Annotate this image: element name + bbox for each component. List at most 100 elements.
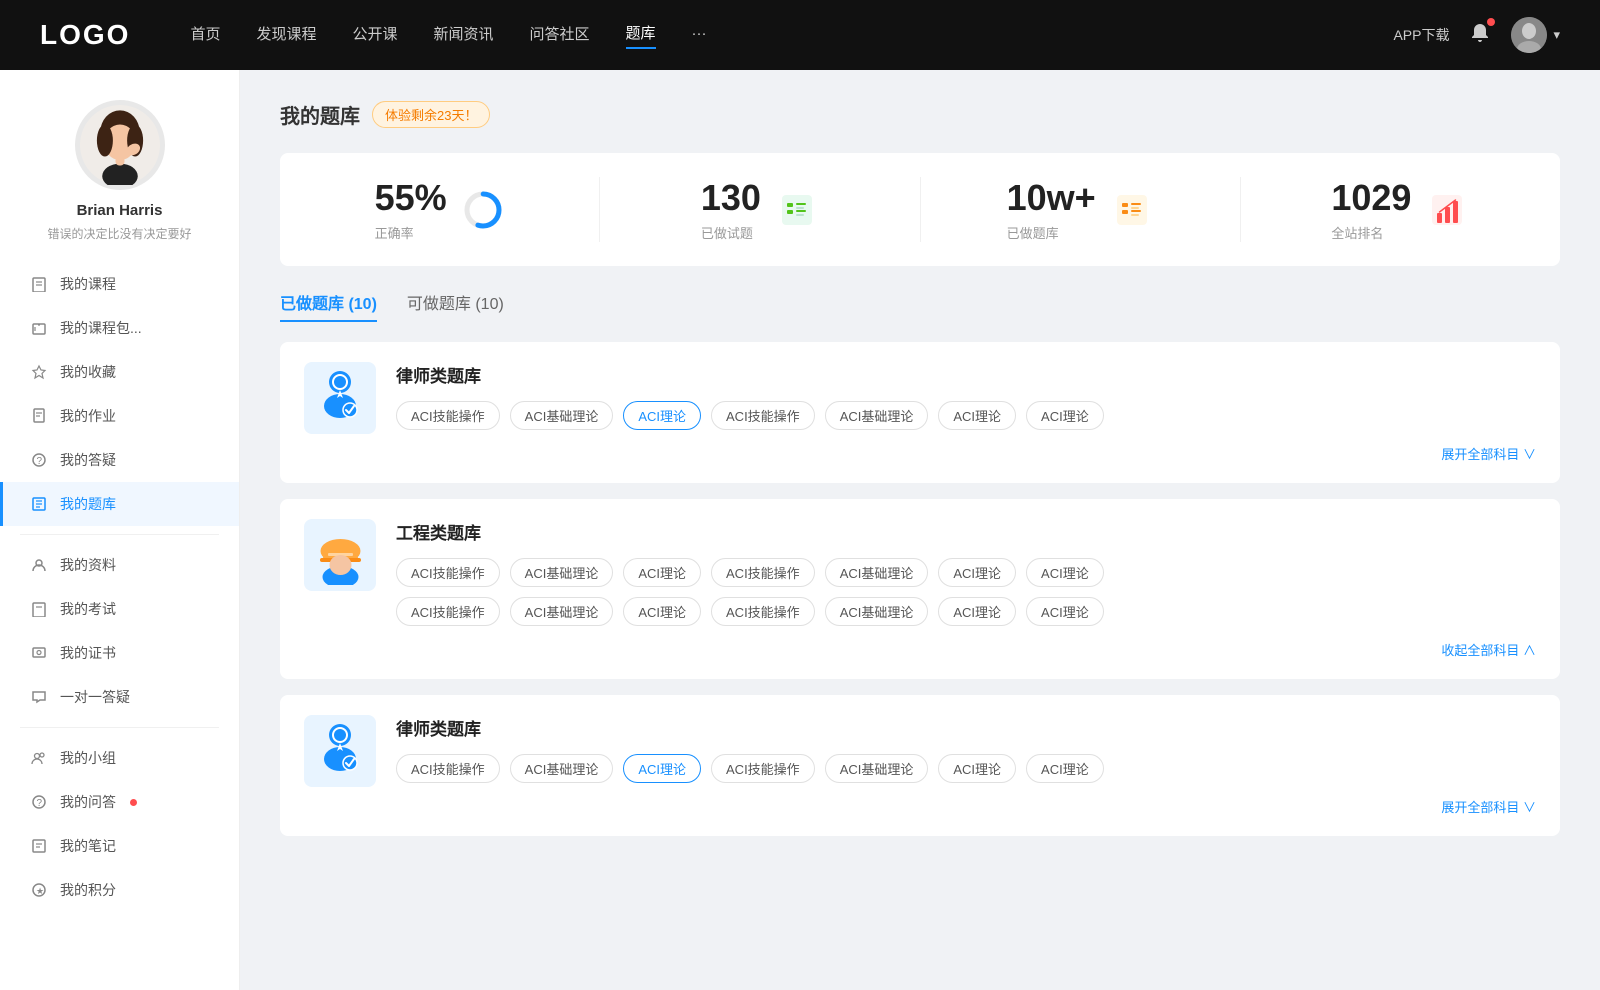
- sidebar-item-homework[interactable]: 我的作业: [0, 394, 239, 438]
- expand-lawyer-1[interactable]: 展开全部科目 ∨: [396, 440, 1536, 463]
- list-orange-icon: [1113, 191, 1151, 229]
- sidebar-item-groups[interactable]: 我的小组: [0, 736, 239, 780]
- nav-qa[interactable]: 问答社区: [530, 23, 590, 48]
- stat-banks: 10w+ 已做题库: [921, 177, 1241, 242]
- sidebar-label-favorites: 我的收藏: [60, 362, 116, 382]
- sidebar-item-myqa[interactable]: ? 我的答疑: [0, 438, 239, 482]
- tag-lawyer2-1[interactable]: ACI基础理论: [510, 754, 614, 783]
- tag-eng-0[interactable]: ACI技能操作: [396, 558, 500, 587]
- tags-row-engineer-1: ACI技能操作 ACI基础理论 ACI理论 ACI技能操作 ACI基础理论 AC…: [396, 558, 1536, 587]
- category-title-lawyer-1: 律师类题库: [396, 362, 1536, 387]
- tag-lawyer1-1[interactable]: ACI基础理论: [510, 401, 614, 430]
- profile-name: Brian Harris: [77, 202, 163, 219]
- tag-lawyer2-3[interactable]: ACI技能操作: [711, 754, 815, 783]
- homework-icon: [30, 407, 48, 425]
- questionbank-icon: [30, 495, 48, 513]
- logo: LOGO: [40, 19, 130, 51]
- notification-badge: [1487, 18, 1495, 26]
- notes-icon: [30, 837, 48, 855]
- category-icon-lawyer-2: [304, 715, 376, 787]
- sidebar-label-1on1: 一对一答疑: [60, 687, 130, 707]
- tag-lawyer2-6[interactable]: ACI理论: [1026, 754, 1104, 783]
- tab-done[interactable]: 已做题库 (10): [280, 290, 377, 322]
- lawyer-svg-2: [315, 721, 365, 781]
- tags-row-lawyer-1: ACI技能操作 ACI基础理论 ACI理论 ACI技能操作 ACI基础理论 AC…: [396, 401, 1536, 430]
- tag-lawyer2-4[interactable]: ACI基础理论: [825, 754, 929, 783]
- list-green-icon: [778, 191, 816, 229]
- dropdown-arrow[interactable]: ▾: [1553, 27, 1560, 43]
- sidebar-label-exams: 我的考试: [60, 599, 116, 619]
- collapse-engineer[interactable]: 收起全部科目 ∧: [396, 636, 1536, 659]
- sidebar-menu: 我的课程 我的课程包... 我的收藏 我的作业: [0, 262, 239, 912]
- questions-dot-badge: [130, 799, 137, 806]
- sidebar-item-questionbank[interactable]: 我的题库: [0, 482, 239, 526]
- tag-eng-5[interactable]: ACI理论: [938, 558, 1016, 587]
- nav-opencourse[interactable]: 公开课: [352, 23, 397, 48]
- tag-lawyer1-4[interactable]: ACI基础理论: [825, 401, 929, 430]
- sidebar-item-points[interactable]: ★ 我的积分: [0, 868, 239, 912]
- expand-lawyer-2[interactable]: 展开全部科目 ∨: [396, 793, 1536, 816]
- questions-icon: ?: [30, 793, 48, 811]
- svg-text:★: ★: [36, 886, 44, 896]
- tag-lawyer1-5[interactable]: ACI理论: [938, 401, 1016, 430]
- tag-lawyer2-5[interactable]: ACI理论: [938, 754, 1016, 783]
- stat-accuracy-value: 55%: [375, 177, 447, 219]
- stat-accuracy-label: 正确率: [375, 223, 447, 242]
- sidebar-item-courses[interactable]: 我的课程: [0, 262, 239, 306]
- sidebar-label-courses: 我的课程: [60, 274, 116, 294]
- tag-lawyer1-0[interactable]: ACI技能操作: [396, 401, 500, 430]
- sidebar-item-exams[interactable]: 我的考试: [0, 587, 239, 631]
- tags-row-lawyer-2: ACI技能操作 ACI基础理论 ACI理论 ACI技能操作 ACI基础理论 AC…: [396, 754, 1536, 783]
- tag-lawyer1-2[interactable]: ACI理论: [623, 401, 701, 430]
- tag-eng-11[interactable]: ACI基础理论: [825, 597, 929, 626]
- groups-icon: [30, 749, 48, 767]
- sidebar-label-homework: 我的作业: [60, 406, 116, 426]
- accuracy-icon: [461, 188, 505, 232]
- tag-eng-1[interactable]: ACI基础理论: [510, 558, 614, 587]
- tag-eng-12[interactable]: ACI理论: [938, 597, 1016, 626]
- tab-todo[interactable]: 可做题库 (10): [407, 290, 504, 322]
- category-title-lawyer-2: 律师类题库: [396, 715, 1536, 740]
- stat-rank: 1029 全站排名: [1241, 177, 1560, 242]
- sidebar-item-favorites[interactable]: 我的收藏: [0, 350, 239, 394]
- nav-questionbank[interactable]: 题库: [626, 22, 656, 49]
- profile-avatar-svg: [80, 105, 160, 185]
- app-download-link[interactable]: APP下载: [1393, 25, 1449, 45]
- notification-bell[interactable]: [1469, 22, 1491, 49]
- nav-more[interactable]: ···: [692, 25, 707, 46]
- sidebar-item-coursepackages[interactable]: 我的课程包...: [0, 306, 239, 350]
- tag-eng-9[interactable]: ACI理论: [623, 597, 701, 626]
- nav-home[interactable]: 首页: [190, 23, 220, 48]
- points-icon: ★: [30, 881, 48, 899]
- user-avatar-wrap[interactable]: ▾: [1511, 17, 1560, 53]
- tag-eng-8[interactable]: ACI基础理论: [510, 597, 614, 626]
- sidebar-item-notes[interactable]: 我的笔记: [0, 824, 239, 868]
- nav-news[interactable]: 新闻资讯: [434, 23, 494, 48]
- sidebar-label-groups: 我的小组: [60, 748, 116, 768]
- sidebar-item-questions[interactable]: ? 我的问答: [0, 780, 239, 824]
- sidebar-label-profile: 我的资料: [60, 555, 116, 575]
- stat-questions-text: 130 已做试题: [701, 177, 761, 242]
- tag-eng-10[interactable]: ACI技能操作: [711, 597, 815, 626]
- tag-eng-3[interactable]: ACI技能操作: [711, 558, 815, 587]
- sidebar-item-profile[interactable]: 我的资料: [0, 543, 239, 587]
- sidebar-item-certs[interactable]: 我的证书: [0, 631, 239, 675]
- sidebar-divider-2: [20, 727, 219, 728]
- rank-icon: [1425, 188, 1469, 232]
- tag-eng-7[interactable]: ACI技能操作: [396, 597, 500, 626]
- main-content: 我的题库 体验剩余23天！ 55% 正确率: [240, 70, 1600, 990]
- main-nav: 首页 发现课程 公开课 新闻资讯 问答社区 题库 ···: [190, 22, 1393, 49]
- tag-lawyer1-3[interactable]: ACI技能操作: [711, 401, 815, 430]
- tag-eng-13[interactable]: ACI理论: [1026, 597, 1104, 626]
- tag-eng-4[interactable]: ACI基础理论: [825, 558, 929, 587]
- tag-lawyer1-6[interactable]: ACI理论: [1026, 401, 1104, 430]
- nav-discover[interactable]: 发现课程: [256, 23, 316, 48]
- sidebar-label-questions: 我的问答: [60, 792, 116, 812]
- sidebar-item-1on1[interactable]: 一对一答疑: [0, 675, 239, 719]
- sidebar-divider-1: [20, 534, 219, 535]
- tag-lawyer2-2[interactable]: ACI理论: [623, 754, 701, 783]
- tag-lawyer2-0[interactable]: ACI技能操作: [396, 754, 500, 783]
- tag-eng-2[interactable]: ACI理论: [623, 558, 701, 587]
- 1on1-icon: [30, 688, 48, 706]
- tag-eng-6[interactable]: ACI理论: [1026, 558, 1104, 587]
